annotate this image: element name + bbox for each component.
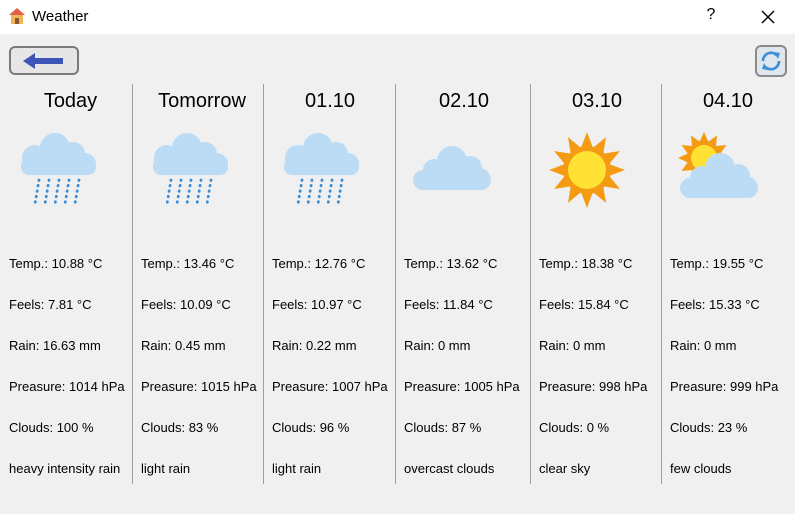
- refresh-button[interactable]: [755, 45, 787, 77]
- day-title: Today: [43, 90, 98, 112]
- day-title: 02.10: [438, 90, 490, 112]
- pressure-text: Preasure: 998 hPa: [539, 379, 648, 394]
- clouds-text: Clouds: 87 %: [404, 420, 482, 435]
- sun-cloud-icon: [678, 132, 758, 198]
- clouds-text: Clouds: 96 %: [272, 420, 350, 435]
- temperature-text: Temp.: 13.46 °C: [141, 256, 235, 271]
- day-column-1: Tomorrow Temp.: 13.46 °C Feels: 10.09 °C…: [141, 84, 263, 484]
- day-column-4: 03.10 Temp.: 18.38 °C Feels: 15.84 °C Ra…: [539, 84, 661, 484]
- clouds-text: Clouds: 0 %: [539, 420, 610, 435]
- column-divider: [263, 84, 264, 484]
- feels-like-text: Feels: 11.84 °C: [404, 297, 493, 312]
- weather-description: light rain: [272, 461, 322, 476]
- rain-text: Rain: 0.45 mm: [141, 338, 226, 353]
- weather-description: light rain: [141, 461, 191, 476]
- temperature-text: Temp.: 12.76 °C: [272, 256, 366, 271]
- house-icon: [9, 8, 25, 24]
- feels-like-text: Feels: 15.33 °C: [670, 297, 760, 312]
- day-column-3: 02.10 Temp.: 13.62 °C Feels: 11.84 °C Ra…: [404, 84, 530, 484]
- weather-description: heavy intensity rain: [9, 461, 121, 476]
- cloud-icon: [413, 146, 491, 190]
- rain-cloud-icon: [153, 133, 228, 206]
- pressure-text: Preasure: 1005 hPa: [404, 379, 520, 394]
- column-divider: [132, 84, 133, 484]
- arrow-left-icon: [23, 53, 63, 69]
- pressure-text: Preasure: 1007 hPa: [272, 379, 388, 394]
- day-title: 04.10: [702, 90, 754, 112]
- pressure-text: Preasure: 1015 hPa: [141, 379, 257, 394]
- rain-text: Rain: 0 mm: [670, 338, 737, 353]
- rain-cloud-icon: [21, 133, 96, 206]
- window-title: Weather: [32, 8, 89, 25]
- temperature-text: Temp.: 19.55 °C: [670, 256, 764, 271]
- weather-description: overcast clouds: [404, 461, 495, 476]
- clouds-text: Clouds: 23 %: [670, 420, 748, 435]
- feels-like-text: Feels: 10.09 °C: [141, 297, 231, 312]
- day-title: 03.10: [571, 90, 623, 112]
- temperature-text: Temp.: 13.62 °C: [404, 256, 498, 271]
- rain-text: Rain: 0 mm: [404, 338, 471, 353]
- refresh-icon: [761, 51, 781, 71]
- rain-text: Rain: 16.63 mm: [9, 338, 101, 353]
- rain-text: Rain: 0.22 mm: [272, 338, 357, 353]
- close-icon[interactable]: [756, 5, 780, 29]
- sun-icon: [549, 132, 625, 208]
- rain-cloud-icon: [284, 133, 359, 206]
- clouds-text: Clouds: 83 %: [141, 420, 219, 435]
- title-bar: Weather ?: [0, 0, 795, 34]
- column-divider: [395, 84, 396, 484]
- back-button[interactable]: [9, 46, 79, 75]
- rain-text: Rain: 0 mm: [539, 338, 606, 353]
- weather-description: clear sky: [539, 461, 591, 476]
- feels-like-text: Feels: 10.97 °C: [272, 297, 362, 312]
- day-title: 01.10: [304, 90, 356, 112]
- day-column-0: Today Temp.: 10.88 °C Feels: 7.81 °C Rai…: [9, 84, 132, 484]
- help-button[interactable]: ?: [701, 6, 721, 26]
- column-divider: [661, 84, 662, 484]
- pressure-text: Preasure: 999 hPa: [670, 379, 779, 394]
- feels-like-text: Feels: 15.84 °C: [539, 297, 629, 312]
- pressure-text: Preasure: 1014 hPa: [9, 379, 125, 394]
- temperature-text: Temp.: 10.88 °C: [9, 256, 103, 271]
- feels-like-text: Feels: 7.81 °C: [9, 297, 92, 312]
- temperature-text: Temp.: 18.38 °C: [539, 256, 633, 271]
- day-title: Tomorrow: [158, 90, 246, 112]
- column-divider: [530, 84, 531, 484]
- day-column-2: 01.10 Temp.: 12.76 °C Feels: 10.97 °C Ra…: [272, 84, 395, 484]
- weather-description: few clouds: [670, 461, 732, 476]
- clouds-text: Clouds: 100 %: [9, 420, 94, 435]
- day-column-5: 04.10 Temp.: 19.55 °C Feels: 15.33 °C Ra…: [670, 84, 790, 484]
